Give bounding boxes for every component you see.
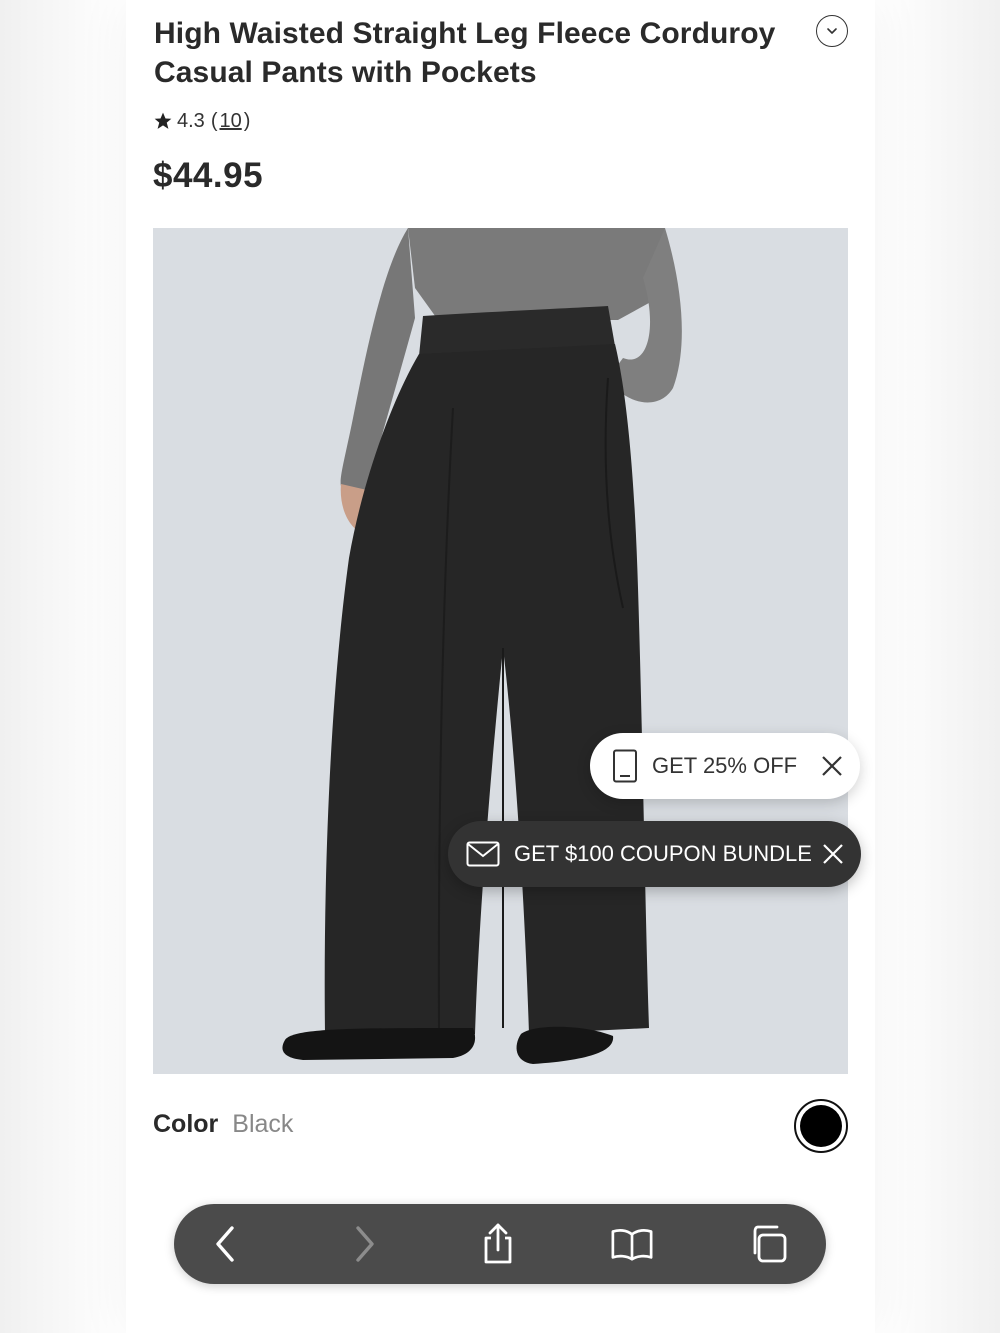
bookmarks-button[interactable]: [610, 1222, 654, 1266]
offer-label: GET 25% OFF: [652, 753, 798, 778]
forward-button[interactable]: [342, 1222, 386, 1266]
bundle-label: GET $100 COUPON BUNDLE: [514, 841, 812, 866]
close-icon[interactable]: [820, 754, 844, 778]
tabs-button[interactable]: [746, 1222, 790, 1266]
get-25-off-button[interactable]: GET 25% OFF: [590, 733, 860, 799]
collapse-button[interactable]: [816, 15, 848, 47]
tabs-icon: [753, 1225, 787, 1263]
forward-arrow-icon: [356, 1226, 374, 1262]
back-arrow-icon: [216, 1226, 234, 1262]
product-image[interactable]: [153, 228, 848, 1074]
close-icon[interactable]: [821, 842, 845, 866]
bookmarks-icon: [611, 1229, 653, 1261]
share-button[interactable]: [476, 1222, 520, 1266]
color-selector-row: Color Black: [153, 1110, 293, 1139]
share-icon: [484, 1223, 512, 1264]
color-swatch-black[interactable]: [794, 1099, 848, 1153]
color-value: Black: [232, 1110, 294, 1138]
rating-open-paren: (: [210, 109, 218, 132]
review-count-link[interactable]: 10: [219, 110, 241, 133]
star-icon: [154, 112, 172, 129]
rating: 4.3 ( 10 ): [153, 108, 250, 134]
color-label: Color: [153, 1110, 219, 1138]
product-price: $44.95: [153, 156, 264, 195]
browser-toolbar: [174, 1204, 826, 1284]
rating-close-paren: ): [243, 109, 251, 132]
product-title: High Waisted Straight Leg Fleece Corduro…: [154, 17, 776, 89]
product-photo-illustration: [153, 228, 848, 1074]
back-button[interactable]: [204, 1222, 248, 1266]
mail-icon: [466, 841, 500, 867]
rating-value: 4.3: [177, 109, 205, 132]
chevron-down-icon: [827, 28, 837, 34]
coupon-bundle-button[interactable]: GET $100 COUPON BUNDLE: [448, 821, 861, 887]
phone-icon: [613, 749, 637, 783]
product-page: High Waisted Straight Leg Fleece Corduro…: [126, 0, 875, 1333]
color-swatch-fill: [800, 1105, 842, 1147]
